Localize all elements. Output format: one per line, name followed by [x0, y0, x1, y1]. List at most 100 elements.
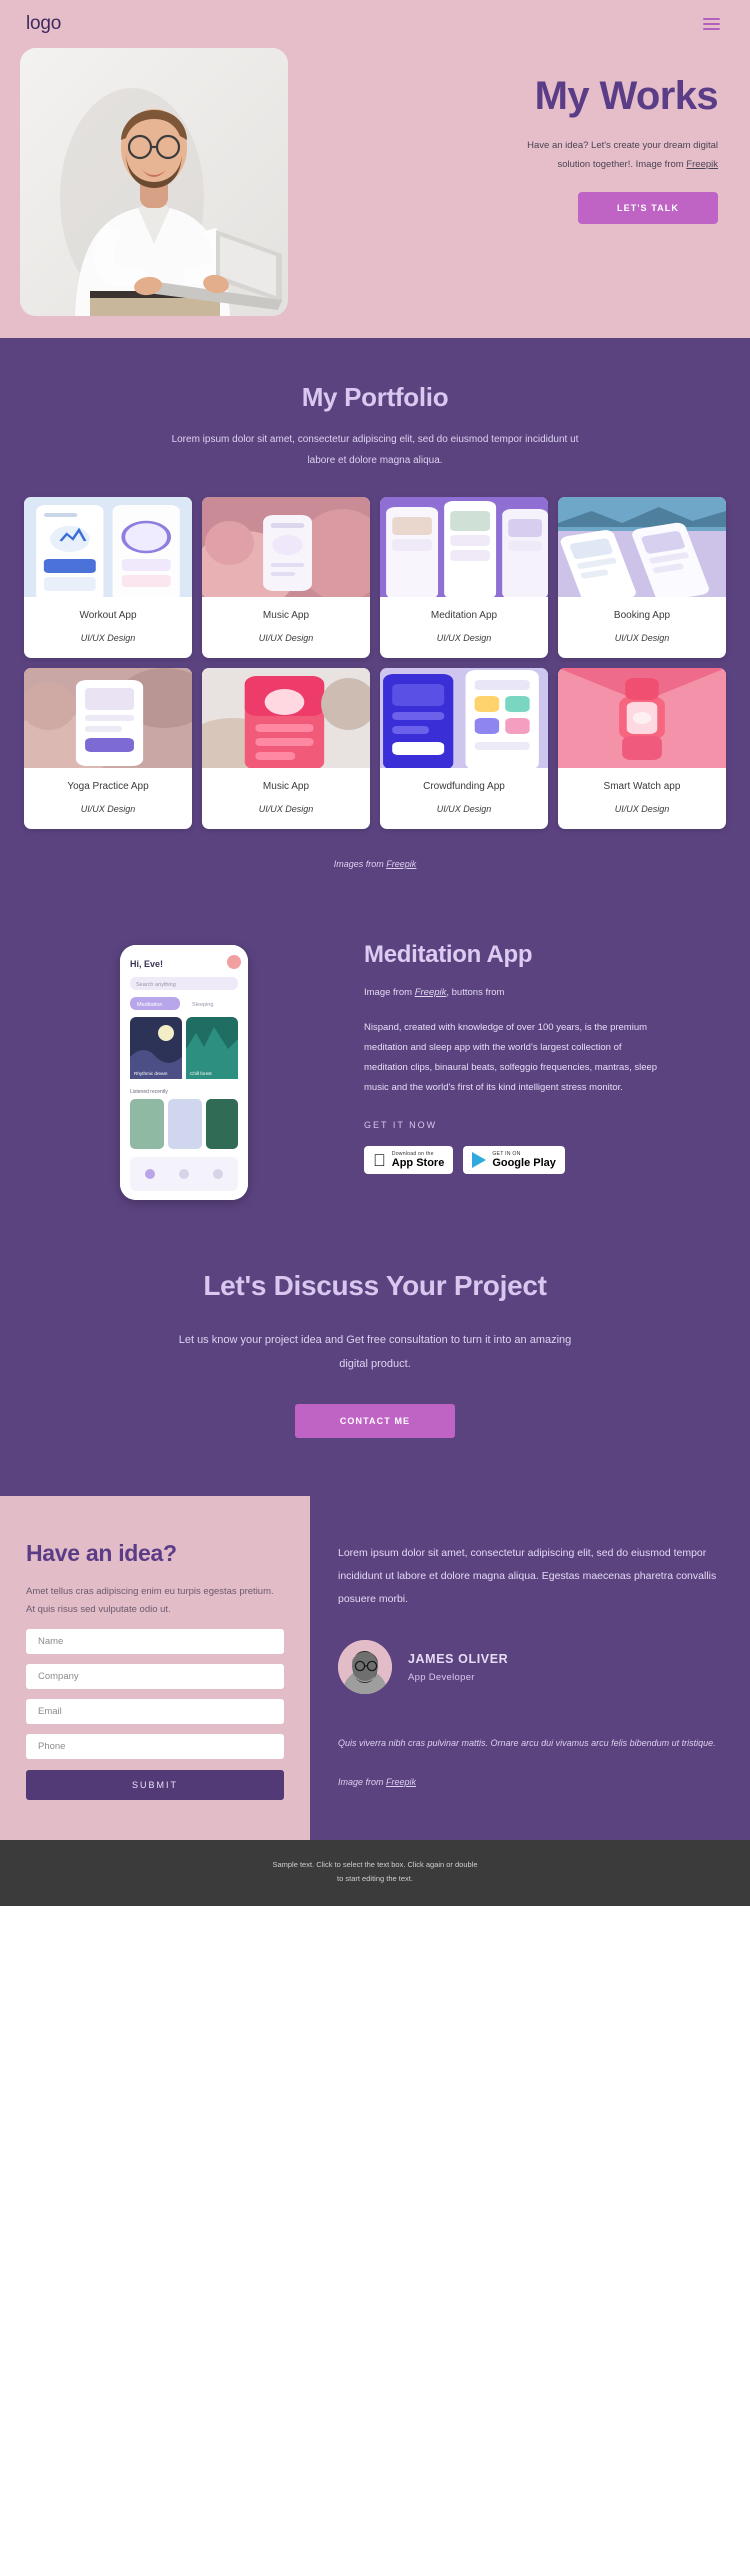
hero-section: logo My Works Have an idea? Let's create… — [0, 0, 750, 338]
image-credit-link[interactable]: Freepik — [386, 1777, 416, 1787]
meditation-credit-pre: Image from — [364, 987, 415, 998]
store-badges:  Download on the App Store GET IN ON Go… — [364, 1145, 726, 1175]
person-info: JAMES OLIVER App Developer — [408, 1652, 508, 1683]
svg-text:Sleeping: Sleeping — [192, 1002, 213, 1008]
portfolio-card-meta: Music App UI/UX Design — [202, 768, 370, 829]
portfolio-card-tag: UI/UX Design — [80, 633, 136, 643]
portfolio-thumbnail-yoga — [24, 668, 192, 768]
email-field[interactable] — [26, 1698, 284, 1724]
portfolio-card-name: Music App — [262, 610, 310, 621]
hamburger-icon[interactable] — [703, 18, 720, 30]
meditation-credit: Image from Freepik, buttons from — [364, 987, 726, 998]
portfolio-thumbnail-music — [202, 497, 370, 597]
discuss-body: Let us know your project idea and Get fr… — [178, 1334, 572, 1371]
svg-text:Search anything: Search anything — [136, 982, 176, 988]
portfolio-card-tag: UI/UX Design — [614, 804, 670, 814]
portfolio-card-tag: UI/UX Design — [258, 633, 314, 643]
portfolio-card-name: Meditation App — [430, 610, 498, 621]
footer: Sample text. Click to select the text bo… — [0, 1839, 750, 1906]
testimonial-lead: Lorem ipsum dolor sit amet, consectetur … — [338, 1547, 717, 1605]
footer-line1: Sample text. Click to select the text bo… — [272, 1859, 478, 1869]
hero-subtitle-line2: solution together!. Image from — [557, 159, 687, 170]
meditation-section: Hi, Eve! Search anything Meditation Slee… — [0, 893, 750, 1244]
image-credit-pre: Image from — [338, 1776, 387, 1787]
idea-form-panel: Have an idea? Amet tellus cras adipiscin… — [0, 1496, 310, 1840]
portfolio-card[interactable]: Crowdfunding App UI/UX Design — [380, 668, 548, 829]
portfolio-card-name: Smart Watch app — [603, 781, 681, 792]
portfolio-subtitle: Lorem ipsum dolor sit amet, consectetur … — [171, 434, 579, 466]
svg-text:Chill forest: Chill forest — [190, 1071, 212, 1076]
portfolio-thumbnail-crowdfunding — [380, 668, 548, 768]
portfolio-card-meta: Meditation App UI/UX Design — [380, 597, 548, 658]
portfolio-thumbnail-music-2 — [202, 668, 370, 768]
hero-text-block: My Works Have an idea? Let's create your… — [288, 48, 730, 224]
portfolio-section: My Portfolio Lorem ipsum dolor sit amet,… — [0, 338, 750, 893]
avatar — [338, 1640, 392, 1695]
app-store-button[interactable]:  Download on the App Store — [364, 1145, 454, 1175]
portfolio-card-tag: UI/UX Design — [436, 804, 492, 814]
discuss-section: Let's Discuss Your Project Let us know y… — [0, 1244, 750, 1497]
svg-text:Meditation: Meditation — [137, 1002, 162, 1008]
portfolio-card-name: Yoga Practice App — [67, 781, 149, 792]
portfolio-credit-link[interactable]: Freepik — [386, 859, 416, 869]
portfolio-card-tag: UI/UX Design — [614, 633, 670, 643]
google-play-icon — [472, 1152, 487, 1169]
portfolio-thumbnail-smartwatch — [558, 668, 726, 768]
portfolio-card[interactable]: Music App UI/UX Design — [202, 668, 370, 829]
portfolio-grid: Workout App UI/UX Design Music App UI/UX… — [0, 471, 750, 829]
portfolio-card[interactable]: Workout App UI/UX Design — [24, 497, 192, 658]
portfolio-card-meta: Crowdfunding App UI/UX Design — [380, 768, 548, 829]
meditation-phone-mockup: Hi, Eve! Search anything Meditation Slee… — [120, 945, 248, 1200]
svg-text:Rhythmic dream: Rhythmic dream — [134, 1071, 168, 1076]
svg-text:Hi, Eve!: Hi, Eve! — [130, 959, 163, 969]
app-store-big-label: App Store — [379, 1156, 445, 1169]
idea-section: Have an idea? Amet tellus cras adipiscin… — [0, 1496, 750, 1840]
portfolio-card-meta: Booking App UI/UX Design — [558, 597, 726, 658]
portfolio-card-name: Crowdfunding App — [423, 781, 505, 792]
portfolio-thumbnail-booking — [558, 497, 726, 597]
name-field[interactable] — [26, 1628, 284, 1654]
meditation-credit-post: , buttons from — [446, 987, 505, 998]
portfolio-card-meta: Music App UI/UX Design — [202, 597, 370, 658]
hero-freepik-link[interactable]: Freepik — [686, 159, 718, 170]
contact-me-button[interactable]: CONTACT ME — [295, 1404, 455, 1439]
portfolio-thumbnail-meditation — [380, 497, 548, 597]
portfolio-card[interactable]: Yoga Practice App UI/UX Design — [24, 668, 192, 829]
portfolio-card-name: Booking App — [613, 610, 671, 621]
site-logo[interactable]: logo — [26, 13, 61, 35]
portfolio-card[interactable]: Booking App UI/UX Design — [558, 497, 726, 658]
page-title: My Works — [534, 74, 719, 118]
phone-field[interactable] — [26, 1733, 284, 1759]
lets-talk-button[interactable]: LET'S TALK — [578, 192, 718, 224]
portfolio-card-meta: Smart Watch app UI/UX Design — [558, 768, 726, 829]
meditation-phone-wrapper: Hi, Eve! Search anything Meditation Slee… — [24, 935, 344, 1200]
idea-title: Have an idea? — [26, 1540, 177, 1567]
portfolio-card[interactable]: Meditation App UI/UX Design — [380, 497, 548, 658]
portfolio-card-name: Music App — [262, 781, 310, 792]
portfolio-title: My Portfolio — [301, 382, 449, 412]
discuss-title: Let's Discuss Your Project — [203, 1270, 547, 1301]
idea-body: Amet tellus cras adipiscing enim eu turp… — [26, 1586, 274, 1615]
meditation-title: Meditation App — [364, 941, 533, 968]
submit-button[interactable]: SUBMIT — [26, 1769, 284, 1800]
person-role: App Developer — [408, 1671, 475, 1683]
portfolio-card-tag: UI/UX Design — [436, 633, 492, 643]
portfolio-card-name: Workout App — [79, 610, 137, 621]
meditation-body: Nispand, created with knowledge of over … — [364, 1022, 658, 1093]
hero-subtitle-line1: Have an idea? Let's create your dream di… — [527, 140, 718, 151]
get-it-now-label: GET IT NOW — [364, 1119, 438, 1130]
portfolio-card-tag: UI/UX Design — [258, 804, 314, 814]
portfolio-card-meta: Workout App UI/UX Design — [24, 597, 192, 658]
person-block: JAMES OLIVER App Developer — [338, 1640, 722, 1695]
footer-line2: to start editing the text. — [337, 1873, 413, 1883]
landing-page: logo My Works Have an idea? Let's create… — [0, 0, 750, 1906]
meditation-credit-link[interactable]: Freepik — [415, 987, 447, 998]
google-play-button[interactable]: GET IN ON Google Play — [463, 1145, 565, 1175]
portfolio-card[interactable]: Smart Watch app UI/UX Design — [558, 668, 726, 829]
apple-icon:  — [373, 1152, 386, 1169]
portfolio-card[interactable]: Music App UI/UX Design — [202, 497, 370, 658]
portfolio-credit-text: Images from — [333, 859, 387, 869]
portfolio-thumbnail-workout — [24, 497, 192, 597]
svg-text:Listened recently: Listened recently — [130, 1089, 168, 1095]
company-field[interactable] — [26, 1663, 284, 1689]
